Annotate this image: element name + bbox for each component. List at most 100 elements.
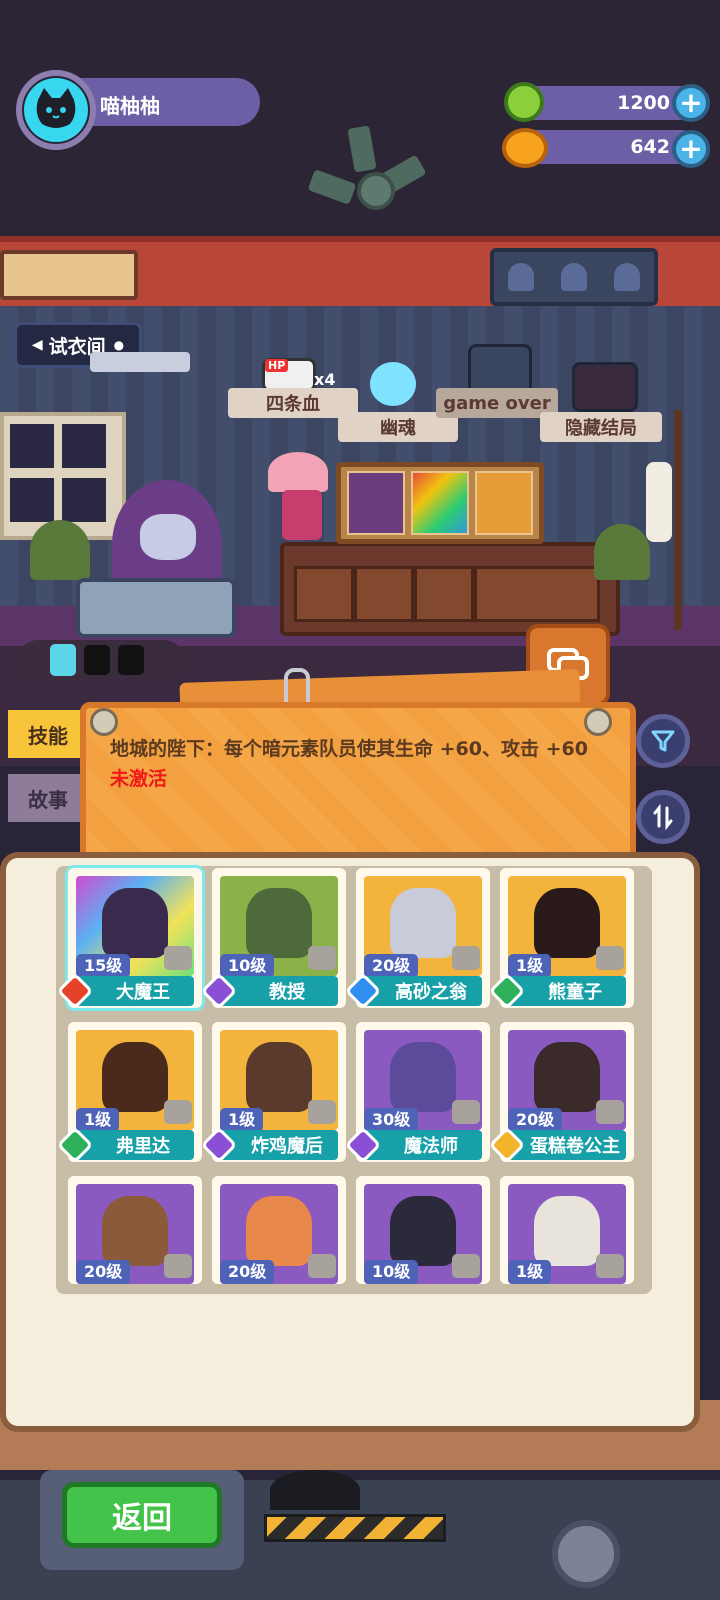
- character-figure: [390, 888, 456, 958]
- hp-badge: HP: [265, 359, 289, 372]
- character-card[interactable]: 20级: [212, 1176, 346, 1284]
- triangle-left-icon: ◀: [31, 337, 43, 353]
- blurred-caption: [148, 1318, 628, 1340]
- character-name: 熊童子: [508, 976, 626, 1006]
- hazard-stripe: [264, 1514, 446, 1542]
- character-level: 15级: [76, 954, 131, 978]
- character-card[interactable]: 1级 弗里达: [56, 1022, 202, 1164]
- character-level: 20级: [508, 1108, 563, 1132]
- pin-icon: [90, 708, 118, 736]
- character-level: 20级: [364, 954, 419, 978]
- outfit-icon: [452, 1254, 480, 1278]
- character-figure: [390, 1196, 456, 1266]
- outfit-icon: [452, 1100, 480, 1124]
- player-name: 喵柚柚: [100, 94, 160, 118]
- outfit-icon: [596, 1100, 624, 1124]
- character-card[interactable]: 1级: [500, 1176, 634, 1284]
- tv-hidden-icon: [572, 362, 638, 412]
- skill-status: 未激活: [110, 768, 168, 790]
- desk: [280, 542, 620, 636]
- coat-icon: [646, 462, 672, 542]
- character-level: 30级: [364, 1108, 419, 1132]
- shadow-creature: [270, 1470, 360, 1510]
- ghost-icon: [560, 263, 587, 291]
- ending-hidden[interactable]: 隐藏结局: [540, 412, 662, 442]
- character-figure: [102, 1196, 168, 1266]
- skill-text: 地城的陛下：每个暗元素队员使其生命 +60、攻击 +60: [110, 738, 588, 760]
- cat-face-icon: [36, 88, 76, 128]
- character-card[interactable]: 1级 熊童子: [488, 868, 634, 1010]
- ceiling-fan: [357, 172, 395, 210]
- gear-icon: [552, 1520, 620, 1588]
- portrait-icon: [475, 471, 533, 535]
- character-face: [140, 514, 196, 560]
- plant-icon: [594, 524, 650, 580]
- character-level: 1级: [508, 1260, 552, 1284]
- sort-button[interactable]: [636, 790, 690, 844]
- character-card[interactable]: 1级 炸鸡魔后: [200, 1022, 346, 1164]
- energy-slot: [84, 645, 110, 675]
- character-figure: [246, 888, 312, 958]
- character-level: 1级: [220, 1108, 264, 1132]
- character-card[interactable]: 10级 教授: [200, 868, 346, 1010]
- outfit-icon: [452, 946, 480, 970]
- outfit-icon: [308, 1254, 336, 1278]
- outfit-icon: [308, 1100, 336, 1124]
- character-name: 弗里达: [76, 1130, 194, 1160]
- character-name: 蛋糕卷公主: [508, 1130, 626, 1160]
- outfit-icon: [164, 946, 192, 970]
- flower-icon: [268, 452, 328, 492]
- character-card[interactable]: 30级 魔法师: [344, 1022, 490, 1164]
- character-card[interactable]: 10级: [356, 1176, 490, 1284]
- character-figure: [534, 1042, 600, 1112]
- lightning-icon: [50, 644, 76, 676]
- character-card[interactable]: 20级: [68, 1176, 202, 1284]
- character-card[interactable]: 20级 高砂之翁: [344, 868, 490, 1010]
- shelf-panel: [0, 250, 138, 300]
- tab-skill[interactable]: 技能: [8, 710, 88, 758]
- sort-icon: [653, 804, 673, 830]
- character-card[interactable]: 15级 大魔王: [56, 868, 202, 1010]
- gem-count: 1200: [617, 92, 670, 114]
- character-figure: [390, 1042, 456, 1112]
- character-level: 1级: [76, 1108, 120, 1132]
- character-figure: [246, 1196, 312, 1266]
- ghost-skull-icon: [370, 362, 416, 406]
- gold-planet-icon: [502, 128, 548, 168]
- character-name: 魔法师: [364, 1130, 482, 1160]
- ghost-icon: [614, 263, 641, 291]
- skill-description: 地城的陛下：每个暗元素队员使其生命 +60、攻击 +60 未激活: [110, 734, 610, 794]
- add-gems-button[interactable]: +: [672, 84, 710, 122]
- character-level: 1级: [508, 954, 552, 978]
- character-name: 教授: [220, 976, 338, 1006]
- character-figure: [102, 888, 168, 958]
- hp-battery-icon: HP: [262, 358, 316, 392]
- filter-button[interactable]: [636, 714, 690, 768]
- character-name: 炸鸡魔后: [220, 1130, 338, 1160]
- portrait-icon: [347, 471, 405, 535]
- hp-multiplier: x4: [314, 370, 336, 389]
- character-level: 10级: [220, 954, 275, 978]
- character-level: 10级: [364, 1260, 419, 1284]
- dot-icon: ●: [113, 338, 125, 352]
- energy-slot: [118, 645, 144, 675]
- character-figure: [102, 1042, 168, 1112]
- character-figure: [246, 1042, 312, 1112]
- ghost-icon: [507, 263, 534, 291]
- filter-icon: [651, 730, 675, 752]
- tab-story[interactable]: 故事: [8, 774, 88, 822]
- ending-portrait-frame: [336, 462, 544, 544]
- coat-rack: [674, 410, 682, 630]
- character-name: 大魔王: [76, 976, 194, 1006]
- character-level: 20级: [76, 1260, 131, 1284]
- portrait-icon: [411, 471, 469, 535]
- pin-icon: [584, 708, 612, 736]
- outfit-icon: [596, 946, 624, 970]
- ghost-display: [490, 248, 658, 306]
- back-button[interactable]: 返回: [62, 1482, 222, 1548]
- add-coins-button[interactable]: +: [672, 130, 710, 168]
- green-gem-icon: [504, 82, 544, 122]
- outfit-icon: [164, 1100, 192, 1124]
- character-name: 高砂之翁: [364, 976, 482, 1006]
- character-card[interactable]: 20级 蛋糕卷公主: [488, 1022, 634, 1164]
